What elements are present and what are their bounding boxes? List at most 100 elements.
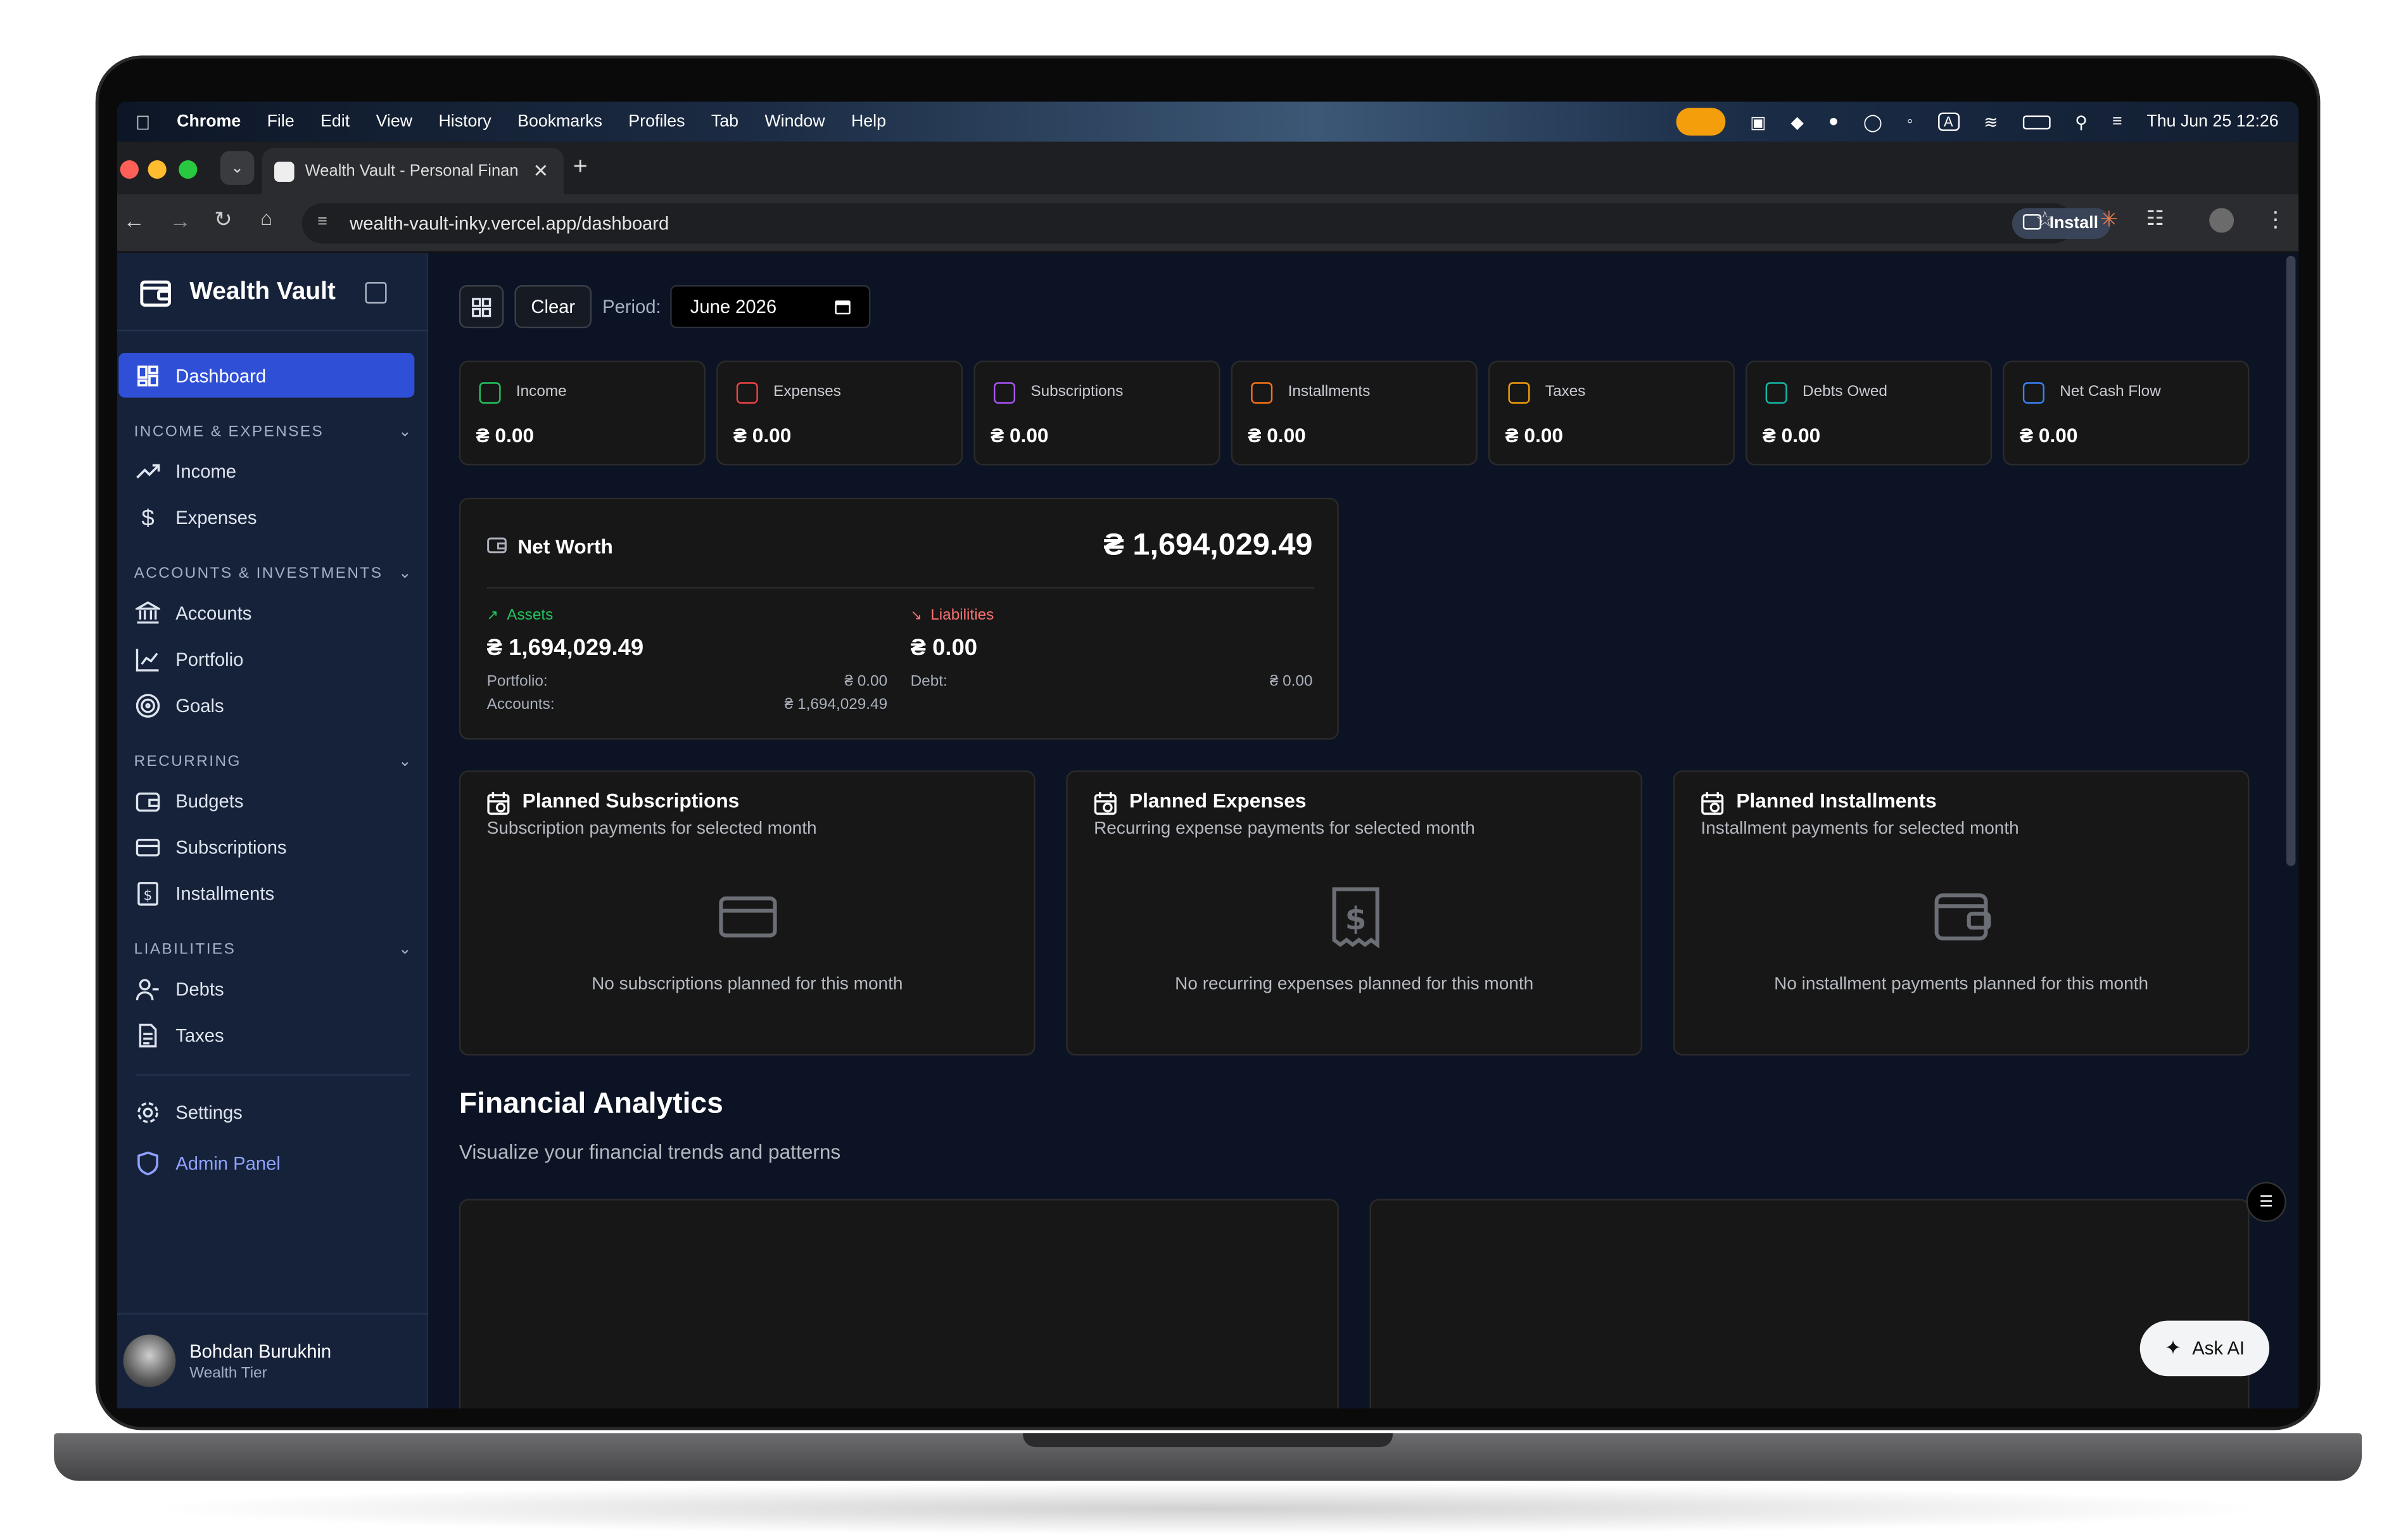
- menu-view[interactable]: View: [376, 113, 413, 131]
- group-income-expenses[interactable]: INCOME & EXPENSES ⌄: [134, 424, 413, 441]
- sidebar-item-label: Portfolio: [175, 649, 244, 671]
- group-label: RECURRING: [134, 753, 241, 771]
- list-icon: ☰: [2259, 1193, 2274, 1211]
- chevron-down-icon: ⌄: [398, 941, 413, 959]
- browser-menu-icon[interactable]: ⋮: [2265, 207, 2286, 232]
- stat-card-income: Income ₴ 0.00: [459, 360, 706, 466]
- stat-value: ₴ 0.00: [991, 423, 1049, 447]
- sidebar-item-subscriptions[interactable]: Subscriptions: [136, 826, 428, 869]
- assets-label: Assets: [507, 607, 554, 625]
- profile-avatar-icon[interactable]: [2209, 208, 2234, 233]
- site-settings-icon[interactable]: ≡: [317, 213, 327, 231]
- sidebar-item-dashboard[interactable]: Dashboard: [118, 353, 415, 398]
- sidebar-item-budgets[interactable]: Budgets: [136, 780, 428, 823]
- wifi-icon[interactable]: ≋: [1984, 111, 1998, 132]
- menu-profiles[interactable]: Profiles: [628, 113, 685, 131]
- stat-label: Income: [516, 383, 567, 401]
- menubar-clock[interactable]: Thu Jun 25 12:26: [2146, 113, 2278, 131]
- group-accounts-investments[interactable]: ACCOUNTS & INVESTMENTS ⌄: [134, 566, 413, 583]
- extensions-puzzle-icon[interactable]: ☷: [2146, 207, 2164, 231]
- credit-card-icon: [718, 886, 780, 948]
- headphones-icon[interactable]: ◦: [1907, 113, 1913, 131]
- calendar-clock-icon: [1701, 791, 1725, 815]
- sidebar-item-installments[interactable]: $ Installments: [136, 872, 428, 915]
- portfolio-value: ₴ 0.00: [844, 673, 888, 691]
- calendar-icon: [993, 382, 1016, 404]
- analytics-chart-card-left: [459, 1199, 1339, 1409]
- menu-tab[interactable]: Tab: [711, 113, 738, 131]
- sidebar-item-debts[interactable]: Debts: [136, 968, 428, 1011]
- wallet-icon: [1932, 886, 1993, 948]
- empty-state-text: No recurring expenses planned for this m…: [1175, 975, 1534, 994]
- layout-toggle-button[interactable]: [459, 285, 504, 329]
- quick-actions-button[interactable]: ☰: [2246, 1182, 2286, 1222]
- menu-window[interactable]: Window: [764, 113, 825, 131]
- window-minimize-button[interactable]: [148, 160, 167, 179]
- tab-title: Wealth Vault - Personal Finan: [305, 162, 519, 181]
- clear-button[interactable]: Clear: [514, 285, 592, 329]
- credit-card-icon: [1251, 382, 1273, 404]
- sidebar-item-goals[interactable]: Goals: [136, 684, 428, 727]
- user-profile[interactable]: Bohdan Burukhin Wealth Tier: [123, 1334, 332, 1387]
- card-title: Planned Subscriptions: [522, 789, 740, 812]
- sidebar-item-label: Subscriptions: [175, 836, 287, 858]
- cube-icon[interactable]: ◆: [1790, 111, 1804, 132]
- period-month-input[interactable]: June 2026: [670, 285, 871, 329]
- trending-up-icon: [136, 459, 160, 484]
- menu-edit[interactable]: Edit: [320, 113, 350, 131]
- keyboard-input-icon[interactable]: A: [1937, 112, 1960, 131]
- menu-app-name[interactable]: Chrome: [177, 113, 241, 131]
- stat-value: ₴ 0.00: [476, 423, 535, 447]
- planned-expenses-card: Planned Expenses Recurring expense payme…: [1066, 770, 1643, 1056]
- menu-help[interactable]: Help: [851, 113, 886, 131]
- address-bar[interactable]: ≡ wealth-vault-inky.vercel.app/dashboard…: [301, 203, 2111, 244]
- battery-icon[interactable]: [2022, 115, 2051, 129]
- sidebar-item-portfolio[interactable]: Portfolio: [136, 638, 428, 681]
- group-liabilities[interactable]: LIABILITIES ⌄: [134, 941, 413, 959]
- calendar-icon[interactable]: [835, 300, 851, 315]
- docker-icon[interactable]: ▣: [1750, 111, 1766, 132]
- sidebar-item-label: Debts: [175, 978, 224, 1000]
- apple-icon[interactable]: : [136, 110, 151, 133]
- sidebar-item-accounts[interactable]: Accounts: [136, 592, 428, 635]
- sidebar-item-income[interactable]: Income: [136, 450, 428, 493]
- spotlight-search-icon[interactable]: ⚲: [2075, 111, 2088, 132]
- bookmark-star-icon[interactable]: ☆: [2035, 207, 2055, 232]
- install-app-button[interactable]: Install: [2012, 208, 2111, 239]
- menu-bookmarks[interactable]: Bookmarks: [517, 113, 602, 131]
- stat-label: Debts Owed: [1803, 383, 1887, 401]
- menu-history[interactable]: History: [438, 113, 491, 131]
- group-recurring[interactable]: RECURRING ⌄: [134, 753, 413, 770]
- sidebar-item-settings[interactable]: Settings: [136, 1091, 428, 1134]
- forward-icon[interactable]: →: [170, 208, 191, 232]
- stat-card-taxes: Taxes ₴ 0.00: [1488, 360, 1735, 466]
- card-title: Planned Expenses: [1129, 789, 1307, 812]
- analytics-chart-card-right: [1369, 1199, 2250, 1409]
- sidebar-item-taxes[interactable]: Taxes: [136, 1014, 428, 1057]
- home-icon[interactable]: ⌂: [260, 207, 272, 229]
- extension-claude-icon[interactable]: ✳: [2100, 207, 2118, 232]
- stat-value: ₴ 0.00: [1762, 423, 1821, 447]
- menu-file[interactable]: File: [267, 113, 295, 131]
- back-icon[interactable]: ←: [124, 208, 145, 232]
- svg-text:$: $: [144, 888, 153, 904]
- sidebar-divider: [117, 329, 429, 331]
- page-scrollbar[interactable]: [2286, 255, 2296, 867]
- ask-ai-button[interactable]: ✦ Ask AI: [2139, 1320, 2270, 1377]
- control-center-icon[interactable]: ≡: [2112, 113, 2122, 131]
- tab-search-button[interactable]: ⌄: [220, 151, 255, 185]
- vpn-icon[interactable]: ◯: [1863, 111, 1882, 132]
- reload-icon[interactable]: ↻: [214, 207, 232, 232]
- browser-tab-active[interactable]: Wealth Vault - Personal Finan ✕: [262, 148, 564, 194]
- teams-icon[interactable]: ●: [1828, 113, 1839, 131]
- sidebar-item-admin-panel[interactable]: Admin Panel: [136, 1142, 428, 1185]
- sidebar-item-expenses[interactable]: $ Expenses: [136, 496, 428, 539]
- sidebar-collapse-icon[interactable]: [365, 282, 387, 304]
- new-tab-button[interactable]: +: [573, 154, 588, 182]
- url-text: wealth-vault-inky.vercel.app/dashboard: [350, 212, 669, 234]
- window-zoom-button[interactable]: [179, 160, 198, 179]
- tab-close-icon[interactable]: ✕: [533, 160, 548, 182]
- chevron-down-icon: ⌄: [398, 565, 413, 583]
- microphone-icon[interactable]: [1676, 108, 1726, 136]
- window-close-button[interactable]: [120, 160, 139, 179]
